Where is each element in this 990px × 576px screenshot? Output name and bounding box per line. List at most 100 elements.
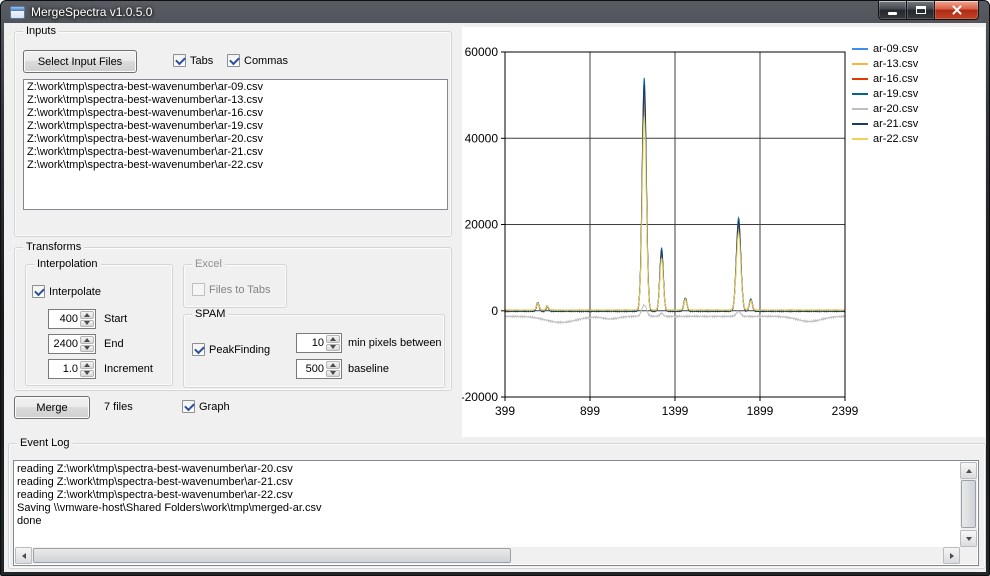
file-list-item[interactable]: Z:\work\tmp\spectra-best-wavenumber\ar-0… — [24, 81, 447, 94]
down-arrow-icon — [330, 345, 336, 350]
client-area: Inputs Select Input Files Tabs Commas Z:… — [4, 23, 986, 572]
checkbox-box-icon — [192, 283, 205, 296]
minimize-button[interactable] — [878, 1, 907, 20]
scroll-right-button[interactable] — [943, 547, 960, 564]
svg-text:0: 0 — [491, 304, 498, 318]
spin-down-button[interactable] — [326, 343, 340, 351]
excel-group-title: Excel — [192, 258, 225, 271]
log-line: done — [17, 515, 42, 527]
graph-checkbox[interactable]: Graph — [182, 400, 230, 413]
legend-item: ar-09.csv — [852, 43, 918, 55]
spin-down-button[interactable] — [80, 319, 94, 327]
svg-text:399: 399 — [495, 404, 515, 418]
spin-up-button[interactable] — [80, 336, 94, 344]
commas-checkbox[interactable]: Commas — [227, 54, 288, 67]
spin-up-button[interactable] — [326, 361, 340, 369]
app-icon — [10, 5, 25, 19]
spinner — [80, 360, 95, 378]
min-pixels-numeric[interactable]: 10 — [296, 333, 342, 353]
file-list-item[interactable]: Z:\work\tmp\spectra-best-wavenumber\ar-2… — [24, 146, 447, 159]
checkbox-box-icon — [192, 343, 205, 356]
down-arrow-icon — [84, 371, 90, 376]
legend-item: ar-16.csv — [852, 73, 918, 85]
maximize-button[interactable] — [907, 1, 934, 20]
svg-text:1899: 1899 — [747, 404, 774, 418]
legend-line-swatch-icon — [852, 78, 868, 80]
horizontal-scroll-thumb[interactable] — [33, 548, 511, 563]
down-arrow-icon — [84, 321, 90, 326]
file-list-item[interactable]: Z:\work\tmp\spectra-best-wavenumber\ar-1… — [24, 94, 447, 107]
input-files-listbox[interactable]: Z:\work\tmp\spectra-best-wavenumber\ar-0… — [23, 79, 448, 210]
up-arrow-icon — [330, 362, 336, 367]
scroll-up-button[interactable] — [960, 462, 977, 479]
horizontal-scrollbar[interactable] — [15, 547, 960, 564]
file-list-item[interactable]: Z:\work\tmp\spectra-best-wavenumber\ar-2… — [24, 159, 447, 172]
interpolate-checkbox[interactable]: Interpolate — [32, 285, 101, 298]
start-numeric[interactable]: 400 — [48, 309, 96, 329]
scroll-left-button[interactable] — [15, 547, 32, 564]
log-line: reading Z:\work\tmp\spectra-best-wavenum… — [17, 476, 293, 488]
spin-up-button[interactable] — [80, 361, 94, 369]
increment-label: Increment — [104, 363, 153, 375]
up-arrow-icon — [84, 337, 90, 342]
select-input-files-button[interactable]: Select Input Files — [23, 50, 137, 73]
legend-item: ar-19.csv — [852, 88, 918, 100]
increment-value: 1.0 — [62, 363, 78, 375]
legend-item: ar-21.csv — [852, 118, 918, 130]
inputs-group: Inputs Select Input Files Tabs Commas Z:… — [14, 25, 452, 237]
spectra-chart-panel: 399 899 1399 1899 2399 -20000 0 20000 40000 60000… — [461, 27, 985, 437]
peakfinding-checkbox[interactable]: PeakFinding — [192, 343, 270, 356]
increment-numeric[interactable]: 1.0 — [48, 359, 96, 379]
legend-label: ar-21.csv — [873, 118, 919, 130]
file-list-item[interactable]: Z:\work\tmp\spectra-best-wavenumber\ar-2… — [24, 133, 447, 146]
end-numeric[interactable]: 2400 — [48, 334, 96, 354]
merge-button[interactable]: Merge — [14, 396, 90, 419]
scroll-down-button[interactable] — [960, 530, 977, 547]
file-list-item[interactable]: Z:\work\tmp\spectra-best-wavenumber\ar-1… — [24, 107, 447, 120]
minimize-icon — [888, 12, 897, 15]
interpolation-group: Interpolation Interpolate 400 Start 2400 — [25, 258, 173, 386]
event-log-group: Event Log reading Z:\work\tmp\spectra-be… — [8, 437, 986, 569]
event-log-group-title: Event Log — [17, 437, 73, 450]
spin-down-button[interactable] — [80, 369, 94, 377]
app-window: MergeSpectra v1.0.5.0 Inputs Select Inpu… — [0, 0, 990, 576]
event-log-lines: reading Z:\work\tmp\spectra-best-wavenum… — [17, 463, 959, 546]
title-bar[interactable]: MergeSpectra v1.0.5.0 — [4, 1, 986, 23]
spin-up-button[interactable] — [326, 335, 340, 343]
caption-buttons — [878, 1, 979, 20]
spam-group: SPAM PeakFinding 10 min pixels between 5… — [183, 308, 445, 388]
up-arrow-icon — [965, 468, 972, 473]
start-label: Start — [104, 313, 128, 325]
close-button[interactable] — [934, 1, 979, 20]
log-line: reading Z:\work\tmp\spectra-best-wavenum… — [17, 489, 293, 501]
tabs-checkbox[interactable]: Tabs — [173, 54, 213, 67]
graph-checkbox-label: Graph — [199, 400, 230, 413]
window-title: MergeSpectra v1.0.5.0 — [31, 5, 153, 19]
event-log-textbox[interactable]: reading Z:\work\tmp\spectra-best-wavenum… — [13, 460, 979, 566]
baseline-numeric[interactable]: 500 — [296, 359, 342, 379]
interpolation-group-title: Interpolation — [34, 258, 101, 271]
file-list-item[interactable]: Z:\work\tmp\spectra-best-wavenumber\ar-1… — [24, 120, 447, 133]
legend-label: ar-19.csv — [873, 88, 919, 100]
spam-group-title: SPAM — [192, 308, 229, 321]
log-line: reading Z:\work\tmp\spectra-best-wavenum… — [17, 463, 293, 475]
vertical-scrollbar[interactable] — [960, 462, 977, 547]
checkbox-box-icon — [227, 54, 240, 67]
svg-text:2399: 2399 — [832, 404, 859, 418]
close-icon — [951, 5, 963, 15]
legend-item: ar-13.csv — [852, 58, 918, 70]
baseline-label: baseline — [348, 363, 389, 375]
vertical-scroll-thumb[interactable] — [961, 480, 976, 528]
spin-down-button[interactable] — [80, 344, 94, 352]
up-arrow-icon — [330, 336, 336, 341]
legend-line-swatch-icon — [852, 108, 868, 110]
down-arrow-icon — [84, 346, 90, 351]
right-arrow-icon — [949, 552, 954, 559]
spin-down-button[interactable] — [326, 369, 340, 377]
legend-label: ar-20.csv — [873, 103, 919, 115]
end-value: 2400 — [53, 338, 78, 350]
legend-line-swatch-icon — [852, 48, 868, 50]
spin-up-button[interactable] — [80, 311, 94, 319]
legend-label: ar-16.csv — [873, 73, 919, 85]
tabs-checkbox-label: Tabs — [190, 54, 214, 67]
